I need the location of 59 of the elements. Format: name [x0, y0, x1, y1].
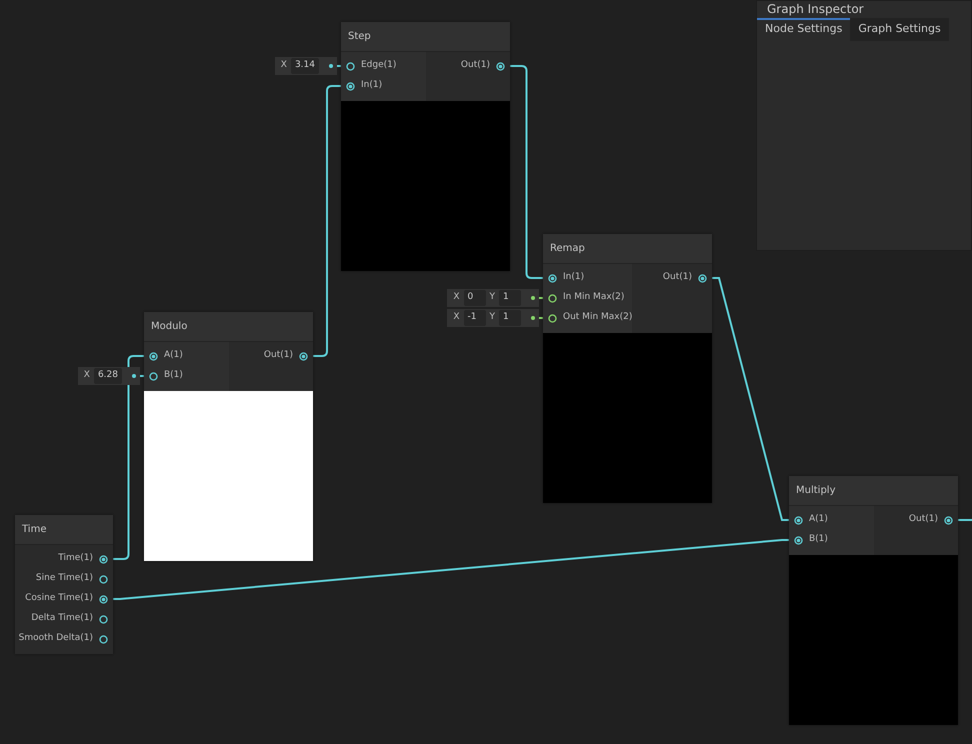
value-input[interactable]: 0 [464, 290, 486, 306]
axis-label: X [280, 59, 287, 72]
axis-label: Y [490, 291, 495, 304]
port-label: A(1) [809, 513, 828, 526]
port-label: Smooth Delta(1) [18, 632, 93, 646]
port-icon[interactable] [149, 372, 158, 380]
port-label: Out Min Max(2) [563, 311, 632, 324]
port-icon[interactable] [944, 516, 953, 524]
connector-dot-icon [531, 296, 535, 300]
node-header[interactable]: Modulo [144, 312, 313, 342]
port-label: In(1) [361, 79, 382, 92]
port-label: A(1) [164, 349, 183, 362]
port-label: Out(1) [908, 513, 938, 526]
port-label: Cosine Time(1) [25, 592, 93, 606]
port-label: Delta Time(1) [31, 612, 93, 626]
port-icon[interactable] [99, 554, 108, 564]
port-icon[interactable] [99, 594, 108, 604]
port-icon[interactable] [99, 574, 108, 584]
port-icon[interactable] [99, 634, 108, 644]
port-icon[interactable] [794, 516, 803, 524]
port-label: In(1) [563, 271, 584, 284]
port-icon[interactable] [99, 614, 108, 624]
axis-label: X [453, 311, 460, 324]
connector-dot-icon [132, 374, 136, 378]
axis-label: X [84, 369, 90, 382]
value-input[interactable]: 6.28 [94, 368, 122, 384]
panel-title: Graph Inspector [766, 1, 865, 18]
port-label: B(1) [809, 533, 828, 546]
value-input[interactable]: 1 [499, 310, 521, 326]
port-icon[interactable] [299, 352, 308, 360]
port-icon[interactable] [794, 536, 803, 544]
node-header[interactable]: Time [15, 515, 113, 545]
port-label: Edge(1) [361, 59, 396, 72]
port-icon[interactable] [346, 62, 355, 70]
port-label: B(1) [164, 369, 183, 382]
axis-label: Y [490, 311, 495, 324]
port-icon[interactable] [149, 352, 158, 360]
port-icon[interactable] [548, 274, 557, 282]
port-label: Out(1) [460, 59, 490, 72]
value-input[interactable]: 3.14 [290, 58, 319, 74]
port-icon[interactable] [548, 314, 557, 322]
axis-label: X [453, 291, 460, 304]
node-header[interactable]: Multiply [789, 476, 958, 506]
port-label: Out(1) [264, 349, 293, 362]
port-label: Sine Time(1) [36, 572, 93, 586]
tab[interactable]: Graph Settings [850, 18, 949, 40]
node-header[interactable]: Step [341, 22, 510, 52]
connector-dot-icon [329, 64, 333, 68]
port-label: Out(1) [662, 271, 692, 284]
value-input[interactable]: -1 [464, 310, 486, 326]
port-label: In Min Max(2) [563, 291, 624, 304]
node-header[interactable]: Remap [543, 234, 712, 264]
port-icon[interactable] [548, 294, 557, 302]
value-input[interactable]: 1 [499, 290, 521, 306]
port-icon[interactable] [496, 62, 505, 70]
port-icon[interactable] [346, 82, 355, 90]
connector-dot-icon [531, 316, 535, 320]
port-icon[interactable] [698, 274, 707, 282]
port-label: Time(1) [58, 552, 93, 566]
